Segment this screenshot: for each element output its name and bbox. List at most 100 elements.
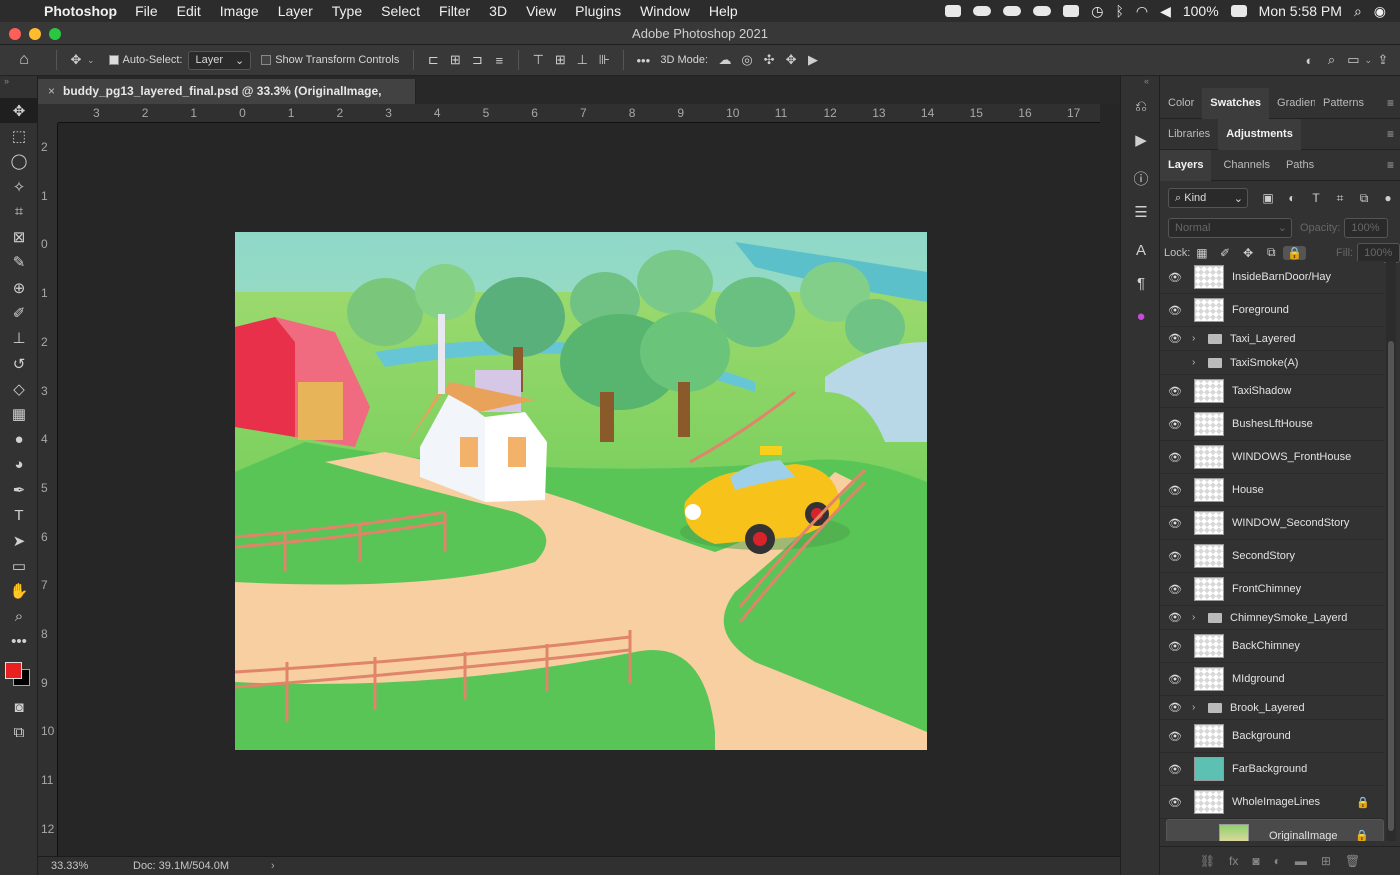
chevron-down-icon[interactable]: ⌄ [1364,55,1372,66]
layer-name[interactable]: Brook_Layered [1230,702,1305,714]
layer-group-row[interactable]: 👁 › Taxi_Layered [1160,327,1384,351]
fx-icon[interactable]: fx [1229,854,1238,868]
auto-select-dropdown[interactable]: Layer ⌄ [188,50,252,70]
visibility-eye-icon[interactable]: 👁 [1160,701,1190,714]
minimize-window-button[interactable] [29,28,41,40]
bluetooth-icon[interactable]: ᛒ [1115,3,1123,19]
layer-thumbnail[interactable] [1219,823,1249,841]
layer-thumbnail[interactable] [1194,577,1224,601]
layer-thumbnail[interactable] [1194,724,1224,748]
battery-icon[interactable] [1230,5,1247,17]
layer-name[interactable]: OriginalImage [1269,830,1337,842]
layer-thumbnail[interactable] [1194,790,1224,814]
visibility-eye-icon[interactable]: 👁 [1173,829,1203,841]
layer-name[interactable]: WholeImageLines [1232,796,1320,808]
fill-field[interactable]: 100% [1357,242,1400,263]
visibility-eye-icon[interactable]: 👁 [1160,418,1190,431]
close-tab-icon[interactable]: × [48,84,55,98]
history-icon[interactable]: ◷ [1091,3,1103,20]
layer-row[interactable]: 👁 OriginalImage 🔒 [1166,819,1384,841]
eyedropper-tool-icon[interactable]: ✎ [0,250,38,275]
crop-tool-icon[interactable]: ⌗ [0,199,38,224]
frame-tool-icon[interactable]: ⊠ [0,224,38,249]
collapse-icon[interactable]: » [0,76,37,98]
layer-row[interactable]: 👁 TaxiShadow [1160,375,1384,408]
3d-pan-icon[interactable]: ✣ [758,49,780,71]
info-panel-icon[interactable]: ⓘ [1121,162,1161,195]
clock[interactable]: Mon 5:58 PM [1259,3,1342,19]
filter-toggle-icon[interactable]: ● [1376,191,1400,205]
opacity-field[interactable]: 100% [1344,217,1389,238]
scroll-thumb[interactable] [1388,341,1394,831]
layer-name[interactable]: House [1232,484,1264,496]
visibility-eye-icon[interactable]: 👁 [1160,484,1190,497]
layer-name[interactable]: Background [1232,730,1291,742]
layer-name[interactable]: FarBackground [1232,763,1307,775]
chevron-down-icon[interactable]: ⌄ [87,55,95,66]
lock-artboard-icon[interactable]: ⧉ [1260,245,1283,260]
layer-name[interactable]: BushesLftHouse [1232,418,1313,430]
move-tool-icon[interactable]: ✥ [0,98,38,124]
layer-thumbnail[interactable] [1194,445,1224,469]
new-layer-icon[interactable]: ⊞ [1321,854,1331,868]
layer-group-row[interactable]: 👁 › ChimneySmoke_Layerd [1160,606,1384,630]
canvas-image[interactable] [235,232,927,750]
tab-paths[interactable]: Paths [1278,150,1322,181]
layer-name[interactable]: ChimneySmoke_Layerd [1230,612,1347,624]
cloud-icon[interactable] [1033,6,1052,16]
visibility-eye-icon[interactable]: 👁 [1160,304,1190,317]
magic-wand-tool-icon[interactable]: ✧ [0,174,38,199]
paragraph-panel-icon[interactable]: ¶ [1121,267,1161,300]
share-icon[interactable]: ⇪ [1372,49,1394,71]
filter-smart-object-icon[interactable]: ⧉ [1352,191,1376,206]
tab-layers[interactable]: Layers [1160,149,1212,181]
layer-name[interactable]: InsideBarnDoor/Hay [1232,271,1331,283]
filter-adjustment-icon[interactable]: ◐ [1280,191,1304,205]
layer-thumbnail[interactable] [1194,298,1224,322]
menu-layer[interactable]: Layer [278,3,313,19]
layer-group-row[interactable]: 👁 › Brook_Layered [1160,696,1384,720]
libraries-panel-icon[interactable]: ● [1121,300,1161,333]
filter-shape-icon[interactable]: ⌗ [1328,191,1352,206]
layer-thumbnail[interactable] [1194,511,1224,535]
menu-file[interactable]: File [135,3,158,19]
quick-mask-icon[interactable]: ◙ [0,695,38,720]
layer-name[interactable]: FrontChimney [1232,583,1301,595]
layer-row[interactable]: 👁 FrontChimney [1160,573,1384,606]
layer-name[interactable]: Taxi_Layered [1230,333,1295,345]
search-icon[interactable]: ⌕ [1320,49,1342,71]
layer-row[interactable]: 👁 MIdground [1160,663,1384,696]
filter-pixel-icon[interactable]: ▣ [1256,191,1280,205]
menu-filter[interactable]: Filter [439,3,470,19]
layers-scrollbar[interactable] [1386,261,1396,841]
align-bottom-icon[interactable]: ⊥ [571,49,593,71]
visibility-eye-icon[interactable]: 👁 [1160,611,1190,624]
auto-select-checkbox[interactable] [108,55,119,65]
actions-panel-icon[interactable]: ▶ [1121,123,1161,156]
filter-kind-dropdown[interactable]: ⌕ Kind ⌄ [1168,188,1248,208]
link-layers-icon[interactable]: ⛓ [1200,854,1215,868]
lock-transparency-icon[interactable]: ▦ [1190,246,1213,260]
distribute-v-icon[interactable]: ⊪ [593,49,615,71]
close-window-button[interactable] [9,28,21,40]
horizontal-ruler[interactable]: 3 2 1 0 1 2 3 4 5 6 7 8 9 10 11 12 13 14 15 16 17 [58,104,1100,123]
healing-tool-icon[interactable]: ⊕ [0,275,38,300]
ruler-corner[interactable] [38,104,58,123]
layer-row[interactable]: 👁 WINDOW_SecondStory [1160,507,1384,540]
tab-channels[interactable]: Channels [1215,150,1277,181]
spotlight-icon[interactable]: ⌕ [1354,3,1362,20]
menu-select[interactable]: Select [381,3,420,19]
blur-tool-icon[interactable]: ● [0,427,38,452]
history-brush-icon[interactable]: ↺ [0,351,38,376]
layer-row[interactable]: 👁 FarBackground [1160,753,1384,786]
layer-name[interactable]: Foreground [1232,304,1289,316]
chevron-right-icon[interactable]: › [1192,357,1202,368]
menu-type[interactable]: Type [332,3,362,19]
visibility-eye-icon[interactable]: 👁 [1160,796,1190,809]
align-top-icon[interactable]: ⊤ [527,49,549,71]
layer-name[interactable]: MIdground [1232,673,1285,685]
visibility-eye-icon[interactable]: 👁 [1160,517,1190,530]
3d-scale-icon[interactable]: ▶ [802,49,824,71]
3d-roll-icon[interactable]: ◎ [736,49,758,71]
visibility-eye-icon[interactable]: 👁 [1160,640,1190,653]
